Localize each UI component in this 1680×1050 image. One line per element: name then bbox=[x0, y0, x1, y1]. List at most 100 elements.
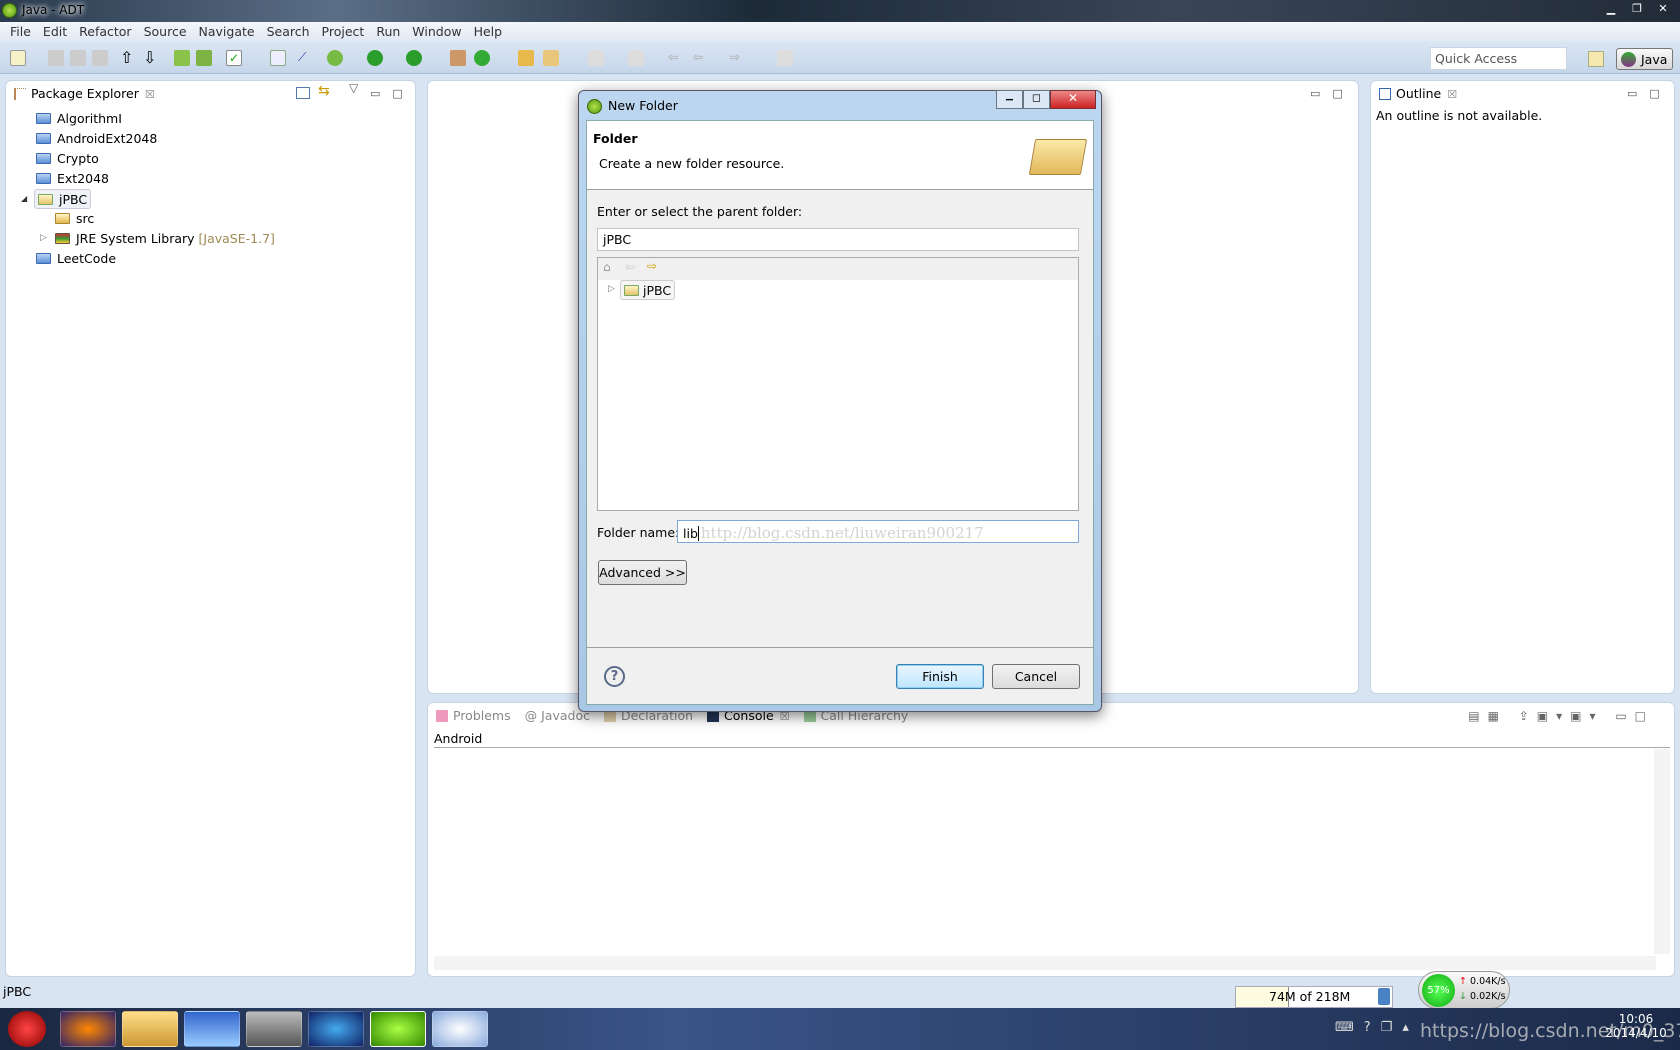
tree-item-label: Ext2048 bbox=[57, 171, 110, 186]
next-annotation-icon[interactable] bbox=[588, 50, 604, 66]
clock[interactable]: 10:06 2014/4/10 bbox=[1600, 1012, 1672, 1040]
dialog-heading: Folder bbox=[593, 131, 638, 146]
dialog-minimize-button[interactable]: ▁ bbox=[996, 90, 1023, 109]
taskbar: ⌨?❐▴ https://blog.csdn.net/m0_37719047 1… bbox=[0, 1008, 1680, 1050]
menu-edit[interactable]: Edit bbox=[37, 22, 73, 42]
jre-version-decoration: [JavaSE-1.7] bbox=[198, 231, 275, 246]
back-icon[interactable]: ⇦ bbox=[693, 50, 709, 66]
minimize-button[interactable]: ▁ bbox=[1598, 0, 1624, 18]
new-icon[interactable] bbox=[10, 50, 26, 66]
tree-item-project-selected[interactable]: jPBC bbox=[34, 189, 92, 209]
new-java-package-icon[interactable] bbox=[450, 50, 466, 66]
tab-package-explorer[interactable]: Package Explorer ☒ bbox=[6, 81, 155, 107]
menu-refactor[interactable]: Refactor bbox=[73, 22, 137, 42]
dialog-maximize-button[interactable]: ◻ bbox=[1023, 90, 1050, 109]
back-icon[interactable]: ⇦ bbox=[625, 260, 635, 274]
horizontal-scrollbar[interactable] bbox=[434, 956, 1656, 970]
save-all-icon[interactable] bbox=[70, 50, 86, 66]
tree-item-jre-library[interactable]: JRE System Library [JavaSE-1.7] bbox=[55, 229, 275, 249]
finish-button[interactable]: Finish bbox=[896, 664, 984, 689]
download-icon[interactable]: ⇩ bbox=[143, 50, 159, 66]
menu-run[interactable]: Run bbox=[370, 22, 406, 42]
new-java-class-icon[interactable] bbox=[474, 50, 490, 66]
menu-window[interactable]: Window bbox=[406, 22, 467, 42]
save-icon[interactable] bbox=[48, 50, 64, 66]
restore-button[interactable]: ❐ bbox=[1624, 0, 1650, 18]
collapsed-triangle-icon[interactable]: ▷ bbox=[608, 284, 615, 294]
debug-icon[interactable] bbox=[327, 50, 343, 66]
media-taskbar-icon[interactable] bbox=[184, 1011, 240, 1047]
forward-icon[interactable]: ⇨ bbox=[647, 259, 657, 273]
open-type-icon[interactable] bbox=[518, 50, 534, 66]
close-icon[interactable]: ☒ bbox=[145, 88, 155, 101]
firefox-taskbar-icon[interactable] bbox=[60, 1011, 116, 1047]
project-folder-icon bbox=[36, 173, 51, 184]
adt-taskbar-icon[interactable] bbox=[370, 1011, 426, 1047]
view-menu-chevron-down-icon[interactable]: ▽ bbox=[349, 81, 358, 95]
console-name: Android bbox=[434, 731, 483, 746]
run-icon[interactable] bbox=[367, 50, 383, 66]
menu-help[interactable]: Help bbox=[468, 22, 509, 42]
java-project-icon bbox=[38, 194, 53, 205]
link-with-editor-icon[interactable]: ⇆ bbox=[318, 83, 330, 99]
menu-search[interactable]: Search bbox=[261, 22, 316, 42]
tree-item-project[interactable]: Crypto bbox=[36, 149, 99, 169]
expanded-triangle-icon[interactable]: ◢ bbox=[21, 194, 27, 203]
dialog-close-button[interactable]: ✕ bbox=[1050, 90, 1096, 109]
quick-access-input[interactable]: Quick Access bbox=[1430, 47, 1567, 70]
collapsed-triangle-icon[interactable]: ▷ bbox=[40, 233, 47, 243]
menu-project[interactable]: Project bbox=[316, 22, 371, 42]
menu-bar: File Edit Refactor Source Navigate Searc… bbox=[0, 22, 1680, 42]
start-button[interactable] bbox=[8, 1011, 46, 1047]
close-icon[interactable]: ☒ bbox=[1447, 88, 1457, 101]
minimize-maximize-icons[interactable]: ▭□ bbox=[1310, 87, 1355, 100]
vertical-scrollbar[interactable] bbox=[1654, 749, 1670, 954]
tree-item-project[interactable]: Ext2048 bbox=[36, 169, 109, 189]
minimize-maximize-icons[interactable]: ▭□ bbox=[370, 87, 415, 100]
console-toolbar-icons[interactable]: ▤▦ ⇪▣▾▣▾ ▭□ bbox=[1468, 709, 1654, 723]
last-edit-icon[interactable]: ⇦ bbox=[668, 50, 684, 66]
tree-item-project[interactable]: LeetCode bbox=[36, 249, 116, 269]
collapse-all-icon[interactable] bbox=[296, 87, 310, 99]
explorer-taskbar-icon[interactable] bbox=[122, 1011, 178, 1047]
tab-problems[interactable]: Problems bbox=[436, 708, 511, 729]
skip-breakpoints-icon[interactable]: ⟋ bbox=[298, 50, 314, 66]
minimize-maximize-icons[interactable]: ▭□ bbox=[1627, 87, 1672, 100]
new-android-project-icon[interactable] bbox=[270, 50, 286, 66]
menu-source[interactable]: Source bbox=[138, 22, 193, 42]
outline-message: An outline is not available. bbox=[1376, 108, 1543, 123]
tab-outline[interactable]: Outline ☒ bbox=[1371, 81, 1457, 107]
heap-status[interactable]: 74M of 218M bbox=[1235, 986, 1393, 1008]
system-tray-icons[interactable]: ⌨?❐▴ bbox=[1335, 1020, 1419, 1035]
paint-taskbar-icon[interactable] bbox=[432, 1011, 488, 1047]
trash-gc-icon[interactable] bbox=[1378, 988, 1390, 1005]
avd-manager-icon[interactable] bbox=[196, 50, 212, 66]
lint-check-icon[interactable]: ✓ bbox=[226, 50, 242, 66]
print-icon[interactable] bbox=[92, 50, 108, 66]
parent-folder-input[interactable]: jPBC bbox=[597, 228, 1079, 251]
help-icon[interactable]: ? bbox=[604, 666, 625, 687]
open-perspective-icon[interactable] bbox=[1588, 51, 1604, 67]
advanced-button[interactable]: Advanced >> bbox=[598, 560, 687, 585]
menu-navigate[interactable]: Navigate bbox=[193, 22, 261, 42]
run-external-tools-icon[interactable] bbox=[406, 50, 422, 66]
folder-name-input[interactable]: lib http://blog.csdn.net/liuweiran900217 bbox=[677, 520, 1079, 543]
tree-item-jpbc[interactable]: jPBC bbox=[620, 280, 676, 300]
java-perspective-button[interactable]: Java bbox=[1616, 48, 1673, 70]
tree-item-project[interactable]: AlgorithmI bbox=[36, 109, 122, 129]
upload-icon[interactable]: ⇧ bbox=[120, 50, 136, 66]
app-taskbar-icon[interactable] bbox=[246, 1011, 302, 1047]
search-icon[interactable] bbox=[543, 50, 559, 66]
tree-item-project[interactable]: AndroidExt2048 bbox=[36, 129, 157, 149]
k-app-taskbar-icon[interactable] bbox=[308, 1011, 364, 1047]
previous-annotation-icon[interactable] bbox=[628, 50, 644, 66]
folder-tree[interactable]: ⌂ ⇦ ⇨ ▷ jPBC bbox=[597, 257, 1079, 511]
pin-editor-icon[interactable] bbox=[777, 50, 793, 66]
menu-file[interactable]: File bbox=[4, 22, 37, 42]
home-icon[interactable]: ⌂ bbox=[603, 260, 611, 274]
tree-item-src[interactable]: src bbox=[55, 209, 94, 229]
close-button[interactable]: ✕ bbox=[1650, 0, 1676, 18]
android-sdk-icon[interactable] bbox=[174, 50, 190, 66]
forward-icon[interactable]: ⇨ bbox=[730, 50, 746, 66]
cancel-button[interactable]: Cancel bbox=[992, 664, 1080, 689]
